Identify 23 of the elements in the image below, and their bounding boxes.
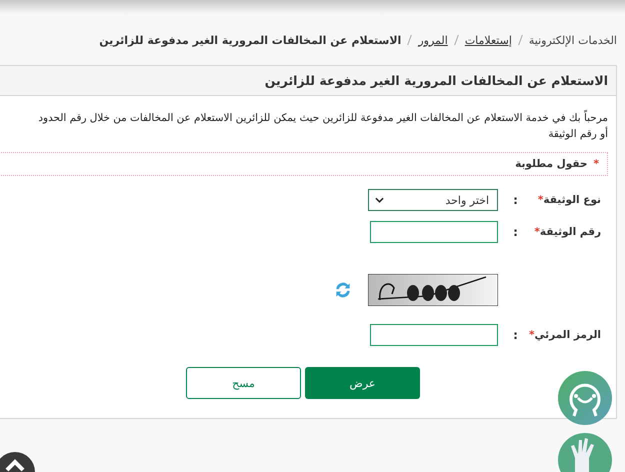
field-label: نوع الوثيقة*: [536, 194, 602, 206]
input-field[interactable]: [370, 221, 498, 243]
colon: :: [512, 193, 519, 207]
submit-button[interactable]: عرض: [305, 367, 420, 399]
breadcrumb-link[interactable]: المرور: [418, 34, 448, 46]
chevron-down-icon: [375, 197, 384, 203]
scroll-top-icon[interactable]: [0, 450, 37, 472]
breadcrumb-link[interactable]: إستعلامات: [464, 34, 512, 46]
colon: :: [512, 328, 519, 342]
hand-icon[interactable]: [557, 432, 613, 472]
field-label: الرمز المرئي*: [528, 329, 602, 341]
input-field[interactable]: [370, 324, 498, 346]
field-label: رقم الوثيقة*: [533, 226, 602, 238]
required-mark: *: [594, 158, 599, 170]
chatbot-icon[interactable]: [557, 370, 613, 426]
clear-button[interactable]: مسح: [186, 367, 301, 399]
breadcrumb-item: الاستعلام عن المخالفات المرورية الغير مدفوعة للزائرين: [99, 34, 402, 46]
colon: :: [512, 225, 519, 239]
intro-text: مرحباً بك في خدمة الاستعلام عن المخالفات الغير مدفوعة للزائرين حيث يمكن للزائرين الاستعلام عن المخالفات من خلال رقم الحدود أو رقم الوثيقة: [37, 110, 608, 142]
breadcrumb-item: الخدمات الإلكترونية: [528, 34, 617, 46]
required-note-text: حقول مطلوبة: [515, 158, 588, 170]
document-type-select[interactable]: اختر واحد: [368, 189, 498, 211]
panel-title: الاستعلام عن المخالفات المرورية الغير مدفوعة للزائرين: [264, 73, 608, 88]
